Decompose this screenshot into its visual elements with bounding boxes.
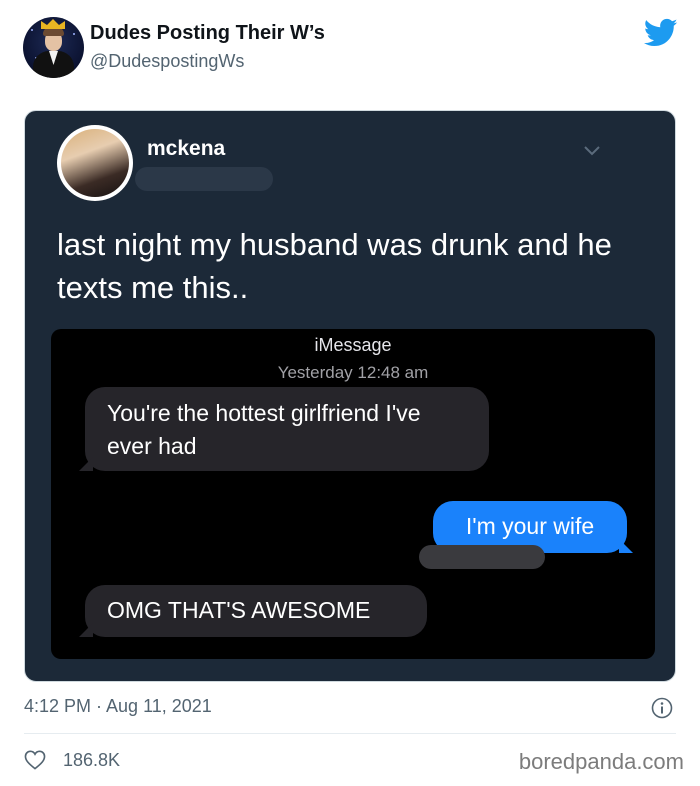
embedded-avatar-photo xyxy=(61,129,129,197)
like-button[interactable]: 186.8K xyxy=(24,748,120,772)
embedded-post-text: last night my husband was drunk and he t… xyxy=(57,227,612,305)
footer-divider xyxy=(24,733,676,734)
message-bubble-received: OMG THAT'S AWESOME xyxy=(85,585,427,637)
embedded-author-avatar xyxy=(57,125,133,201)
like-count: 186.8K xyxy=(63,749,121,770)
source-watermark: boredpanda.com xyxy=(518,749,684,774)
redacted-handle xyxy=(135,167,273,191)
embedded-screenshot[interactable]: mckena last night my husband was drunk a… xyxy=(24,110,676,682)
tweet-header: Dudes Posting Their W’s @DudespostingWs xyxy=(0,0,700,96)
author-handle[interactable]: @DudespostingWs xyxy=(90,51,244,72)
redacted-read-receipt xyxy=(419,545,545,569)
embedded-author-name: mckena xyxy=(147,137,226,160)
message-bubble-received: You're the hottest girlfriend I've ever … xyxy=(85,387,489,471)
tweet-timestamp[interactable]: 4:12 PM · Aug 11, 2021 xyxy=(24,696,212,717)
imessage-screenshot: iMessage Yesterday 12:48 am You're the h… xyxy=(51,329,655,659)
author-display-name[interactable]: Dudes Posting Their W’s xyxy=(90,22,325,45)
twitter-bird-icon[interactable] xyxy=(644,18,678,48)
bubble-tail xyxy=(619,539,633,553)
chevron-down-icon xyxy=(584,146,600,156)
imessage-date: Yesterday 12:48 am xyxy=(277,363,429,382)
heart-icon xyxy=(24,750,46,770)
crown-icon xyxy=(41,19,65,29)
imessage-service-label: iMessage xyxy=(314,335,392,355)
author-avatar[interactable] xyxy=(23,17,84,78)
star-decoration xyxy=(73,33,75,35)
info-icon[interactable] xyxy=(651,697,673,719)
star-decoration xyxy=(31,29,33,31)
